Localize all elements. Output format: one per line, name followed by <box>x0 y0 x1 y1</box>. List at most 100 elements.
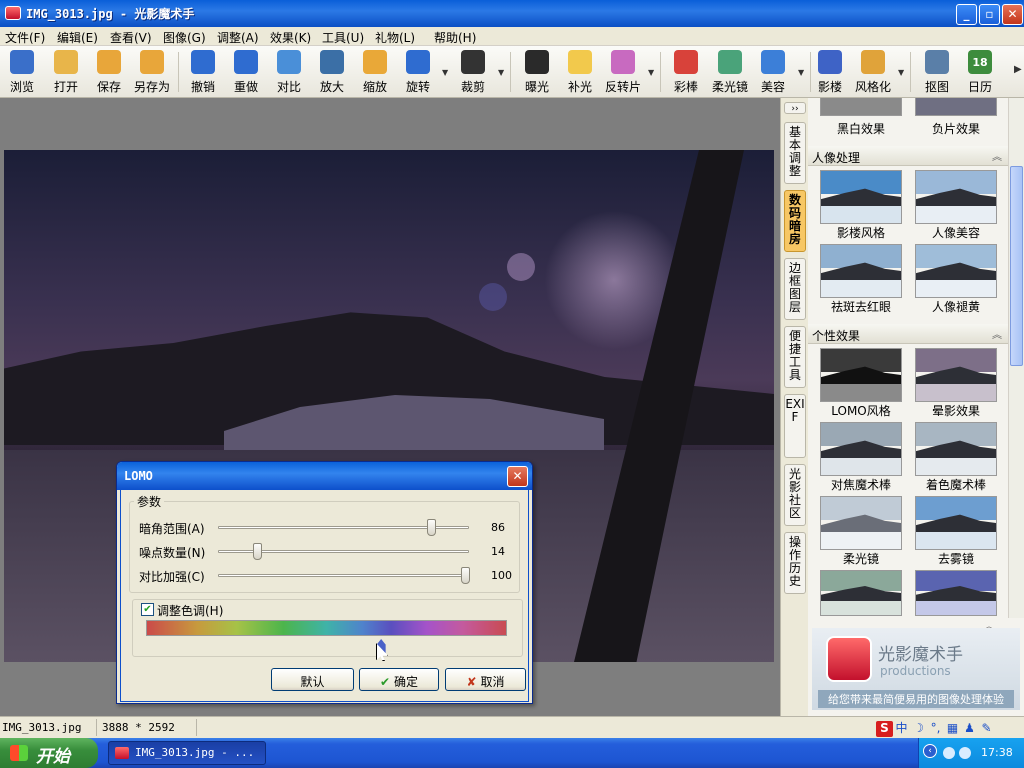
collapse-icon[interactable]: ︽ <box>992 148 1002 163</box>
ime-toolbar[interactable]: S 中 ☽ °, ▦ ♟ ✎ <box>876 719 1006 737</box>
default-button[interactable]: 默认 <box>271 668 354 691</box>
menu-adjust[interactable]: 调整(A) <box>217 29 259 46</box>
taskbar-item-app[interactable]: IMG_3013.jpg - ... <box>108 741 266 765</box>
maximize-button[interactable]: ▫ <box>979 4 1000 25</box>
effect-thumb[interactable] <box>820 244 902 298</box>
menu-effects[interactable]: 效果(K) <box>270 29 311 46</box>
effect-thumb[interactable] <box>820 570 902 616</box>
sogou-ime-icon[interactable]: S <box>876 721 893 737</box>
negative-effect-thumb[interactable] <box>915 98 997 116</box>
collapse-icon[interactable]: ︽ <box>992 326 1002 341</box>
tab-quick-tools[interactable]: 便捷工具 <box>784 326 806 388</box>
menu-tools[interactable]: 工具(U) <box>322 29 364 46</box>
dialog-title-bar[interactable]: LOMO ✕ <box>117 462 532 490</box>
menu-edit[interactable]: 编辑(E) <box>57 29 98 46</box>
volume-icon[interactable] <box>959 747 971 759</box>
menu-image[interactable]: 图像(G) <box>163 29 206 46</box>
menu-view[interactable]: 查看(V) <box>110 29 152 46</box>
menu-help[interactable]: 帮助(H) <box>434 29 476 46</box>
toolbar-separator <box>910 52 911 92</box>
noise-slider-thumb[interactable] <box>252 543 262 560</box>
rotate-dropdown-icon[interactable]: ▼ <box>442 68 448 77</box>
panel-scrollbar[interactable] <box>1008 98 1024 618</box>
scrollbar-thumb[interactable] <box>1010 166 1023 366</box>
soft-lens-button[interactable]: 柔光镜 <box>708 48 752 96</box>
noise-slider-track[interactable] <box>218 543 469 560</box>
close-button[interactable]: ✕ <box>1002 4 1023 25</box>
reversal-dropdown-icon[interactable]: ▼ <box>648 68 654 77</box>
resize-button[interactable]: 缩放 <box>353 48 397 96</box>
dialog-close-button[interactable]: ✕ <box>507 466 528 487</box>
effect-label: 人像褪黄 <box>931 300 980 314</box>
tab-exif[interactable]: EXIF <box>784 394 806 458</box>
contrast-slider-thumb[interactable] <box>461 567 470 584</box>
tab-history[interactable]: 操作历史 <box>784 532 806 594</box>
cancel-button[interactable]: ✘ 取消 <box>445 668 526 691</box>
moon-icon[interactable]: ☽ <box>910 721 927 737</box>
tab-community[interactable]: 光影社区 <box>784 464 806 526</box>
clock[interactable]: 17:38 <box>981 746 1013 759</box>
windows-logo-icon <box>10 745 28 761</box>
menu-gifts[interactable]: 礼物(L) <box>375 29 415 46</box>
panel-collapse-icon[interactable]: ›› <box>784 102 806 114</box>
brand-banner[interactable]: 光影魔术手 productions 给您带来最简便易用的图像处理体验 <box>812 628 1020 710</box>
save-button[interactable]: 保存 <box>87 48 131 96</box>
tray-expand-icon[interactable]: ‹ <box>923 744 937 758</box>
vignette-slider-track[interactable] <box>218 519 469 536</box>
redo-button[interactable]: 重做 <box>224 48 268 96</box>
compare-button[interactable]: 对比 <box>267 48 311 96</box>
tab-basic-adjust[interactable]: 基本调整 <box>784 122 806 184</box>
fill-light-button[interactable]: 补光 <box>558 48 602 96</box>
rotate-button[interactable]: 旋转 <box>396 48 440 96</box>
save-as-button[interactable]: 另存为 <box>130 48 174 96</box>
effect-thumb[interactable] <box>820 496 902 550</box>
effect-thumb-lomo[interactable] <box>820 348 902 402</box>
wrench-icon[interactable]: ✎ <box>978 721 995 737</box>
contrast-slider-track[interactable] <box>218 567 470 584</box>
effect-thumb[interactable] <box>915 244 997 298</box>
punctuation-icon[interactable]: °, <box>927 721 944 737</box>
ok-button[interactable]: ✔ 确定 <box>359 668 439 691</box>
effect-thumb[interactable] <box>820 170 902 224</box>
effect-thumb[interactable] <box>915 348 997 402</box>
shadow-button[interactable]: 影楼 <box>808 48 852 96</box>
network-icon[interactable] <box>943 747 955 759</box>
chinese-mode-icon[interactable]: 中 <box>893 719 910 735</box>
magic-wand-button[interactable]: 彩棒 <box>664 48 708 96</box>
user-icon[interactable]: ♟ <box>961 721 978 737</box>
vignette-slider-thumb[interactable] <box>427 519 437 536</box>
cutout-button[interactable]: 抠图 <box>915 48 959 96</box>
crop-dropdown-icon[interactable]: ▼ <box>498 68 504 77</box>
hue-checkbox-label[interactable]: 调整色调(H) <box>157 602 226 619</box>
reversal-button[interactable]: 反转片 <box>601 48 645 96</box>
hue-spectrum-bar[interactable] <box>146 620 507 636</box>
beauty-dropdown-icon[interactable]: ▼ <box>798 68 804 77</box>
effect-thumb[interactable] <box>915 496 997 550</box>
browse-button[interactable]: 浏览 <box>0 48 44 96</box>
toolbar-more-icon[interactable]: ▶ <box>1014 64 1022 75</box>
tab-digital-darkroom[interactable]: 数码暗房 <box>784 190 806 252</box>
bw-effect-thumb[interactable] <box>820 98 902 116</box>
calendar-button[interactable]: 18 日历 <box>958 48 1002 96</box>
section-header-portrait[interactable]: 人像处理 ︽ <box>808 146 1008 166</box>
tab-frame-layer[interactable]: 边框图层 <box>784 258 806 320</box>
exposure-button[interactable]: 曝光 <box>515 48 559 96</box>
crop-button[interactable]: 裁剪 <box>451 48 495 96</box>
start-button[interactable]: 开始 <box>0 738 98 768</box>
undo-button[interactable]: 撤销 <box>181 48 225 96</box>
effect-thumb[interactable] <box>820 422 902 476</box>
stylize-dropdown-icon[interactable]: ▼ <box>898 68 904 77</box>
effect-label: 负片效果 <box>931 122 980 136</box>
menu-file[interactable]: 文件(F) <box>5 29 45 46</box>
minimize-button[interactable]: _ <box>956 4 977 25</box>
stylize-button[interactable]: 风格化 <box>851 48 895 96</box>
effect-thumb[interactable] <box>915 422 997 476</box>
effect-thumb[interactable] <box>915 170 997 224</box>
keyboard-icon[interactable]: ▦ <box>944 721 961 737</box>
open-button[interactable]: 打开 <box>44 48 88 96</box>
effect-thumb[interactable] <box>915 570 997 616</box>
section-header-personal[interactable]: 个性效果 ︽ <box>808 324 1008 344</box>
hue-checkbox[interactable]: ✔ <box>141 603 154 616</box>
zoom-in-button[interactable]: 放大 <box>310 48 354 96</box>
beauty-button[interactable]: 美容 <box>751 48 795 96</box>
